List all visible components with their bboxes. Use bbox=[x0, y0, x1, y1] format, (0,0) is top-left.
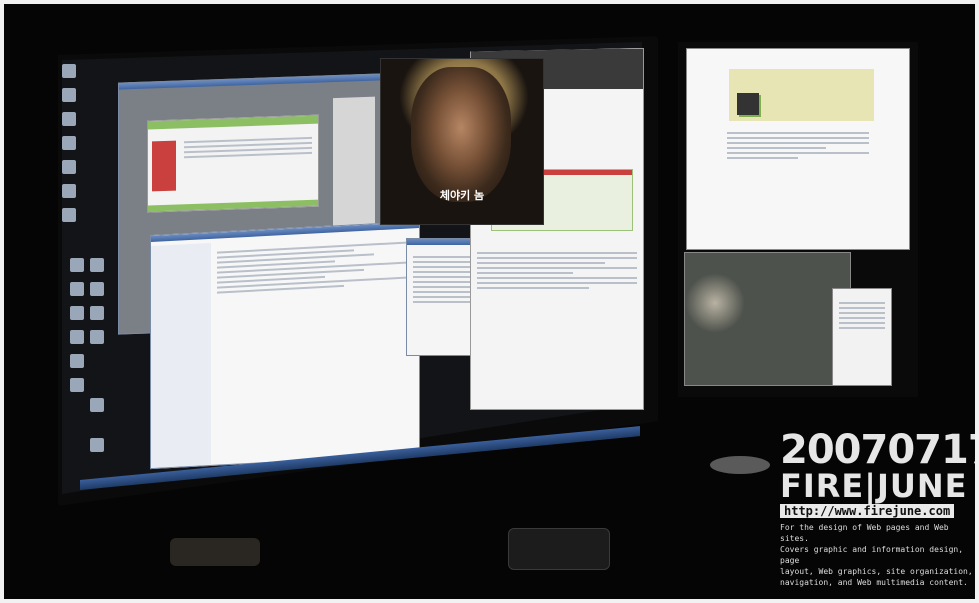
desk-ipod bbox=[508, 528, 610, 570]
right-video-window[interactable] bbox=[684, 252, 851, 386]
right-explorer-window[interactable] bbox=[832, 288, 892, 386]
canvas-header bbox=[148, 115, 318, 130]
desktop-icon[interactable] bbox=[62, 184, 76, 198]
explorer-rows bbox=[839, 299, 885, 332]
document-canvas[interactable] bbox=[147, 114, 319, 213]
code-lines bbox=[217, 238, 413, 296]
right-browser-window[interactable] bbox=[686, 48, 910, 250]
watermark-description: For the design of Web pages and Web site… bbox=[780, 522, 976, 588]
canvas-red-block bbox=[152, 140, 176, 192]
watermark-brand: FIRE|JUNE bbox=[780, 467, 968, 505]
desktop-icon[interactable] bbox=[62, 88, 76, 102]
desktop-icon[interactable] bbox=[70, 378, 84, 392]
article-text bbox=[477, 249, 637, 292]
desktop-icon[interactable] bbox=[90, 398, 104, 412]
desk-disc bbox=[710, 456, 770, 474]
desktop-icon[interactable] bbox=[90, 438, 104, 452]
desktop-icon[interactable] bbox=[62, 112, 76, 126]
desktop-icon[interactable] bbox=[90, 330, 104, 344]
watermark-desc-line: Covers graphic and information design, p… bbox=[780, 545, 964, 565]
video-face-area bbox=[411, 67, 511, 202]
canvas-text-lines bbox=[184, 134, 312, 161]
video-glow bbox=[685, 273, 745, 333]
file-tree-panel[interactable] bbox=[151, 242, 211, 469]
desktop-icon[interactable] bbox=[70, 354, 84, 368]
desktop-icon[interactable] bbox=[90, 258, 104, 272]
watermark-desc-line: For the design of Web pages and Web site… bbox=[780, 523, 949, 543]
desktop-icon[interactable] bbox=[70, 282, 84, 296]
watermark-desc-line: layout, Web graphics, site organization, bbox=[780, 567, 973, 576]
desktop-icons bbox=[60, 58, 120, 478]
canvas-footer bbox=[148, 199, 318, 212]
blog-text bbox=[727, 129, 869, 162]
watermark-url[interactable]: http://www.firejune.com bbox=[780, 504, 955, 518]
desktop-icon[interactable] bbox=[62, 136, 76, 150]
desktop-icon[interactable] bbox=[90, 306, 104, 320]
cube-logo-icon bbox=[737, 93, 759, 115]
video-subtitle: 체야키 놈 bbox=[439, 189, 485, 202]
code-editor-window[interactable] bbox=[150, 220, 420, 470]
desktop-icon[interactable] bbox=[70, 330, 84, 344]
desktop-icon[interactable] bbox=[70, 258, 84, 272]
watermark-date: 20070717 bbox=[780, 427, 979, 473]
desktop-icon[interactable] bbox=[90, 282, 104, 296]
desk-device bbox=[170, 538, 260, 566]
watermark: 20070717 FIRE|JUNE http://www.firejune.c… bbox=[780, 427, 979, 588]
desktop-icon[interactable] bbox=[62, 160, 76, 174]
desktop-icon[interactable] bbox=[62, 64, 76, 78]
watermark-desc-line: navigation, and Web multimedia content. bbox=[780, 578, 968, 587]
desktop-icon[interactable] bbox=[62, 208, 76, 222]
desktop-icon[interactable] bbox=[70, 306, 84, 320]
video-player-window[interactable]: 체야키 놈 bbox=[380, 58, 544, 225]
